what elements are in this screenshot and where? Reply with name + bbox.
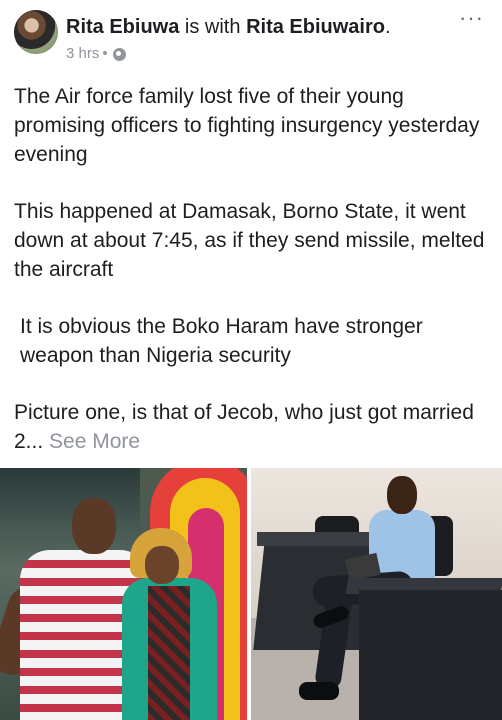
- avatar[interactable]: [14, 10, 58, 54]
- author-name[interactable]: Rita Ebiuwa: [66, 16, 179, 38]
- post-time[interactable]: 3 hrs: [66, 44, 99, 64]
- photo-officer[interactable]: [251, 468, 502, 720]
- post-paragraph-4: Picture one, is that of Jecob, who just …: [14, 398, 494, 456]
- photo-couple[interactable]: [0, 468, 247, 720]
- author-line: Rita Ebiuwa is with Rita Ebiuwairo.: [66, 16, 391, 38]
- tagged-name[interactable]: Rita Ebiuwairo: [246, 16, 385, 38]
- post-paragraph-3: It is obvious the Boko Haram have strong…: [20, 315, 423, 367]
- post-header: Rita Ebiuwa is with Rita Ebiuwairo. 3 hr…: [0, 0, 502, 72]
- meta-separator: •: [102, 45, 108, 62]
- globe-icon: [112, 47, 126, 61]
- more-options-icon[interactable]: ···: [459, 7, 484, 29]
- post-body: The Air force family lost five of their …: [14, 82, 494, 456]
- post-paragraph-1: The Air force family lost five of their …: [14, 85, 480, 166]
- post-paragraph-2: This happened at Damasak, Borno State, i…: [14, 200, 485, 281]
- post-meta: 3 hrs •: [66, 44, 126, 64]
- see-more-link[interactable]: See More: [49, 430, 140, 453]
- photo-grid: [0, 468, 502, 720]
- with-text: is with: [184, 16, 241, 38]
